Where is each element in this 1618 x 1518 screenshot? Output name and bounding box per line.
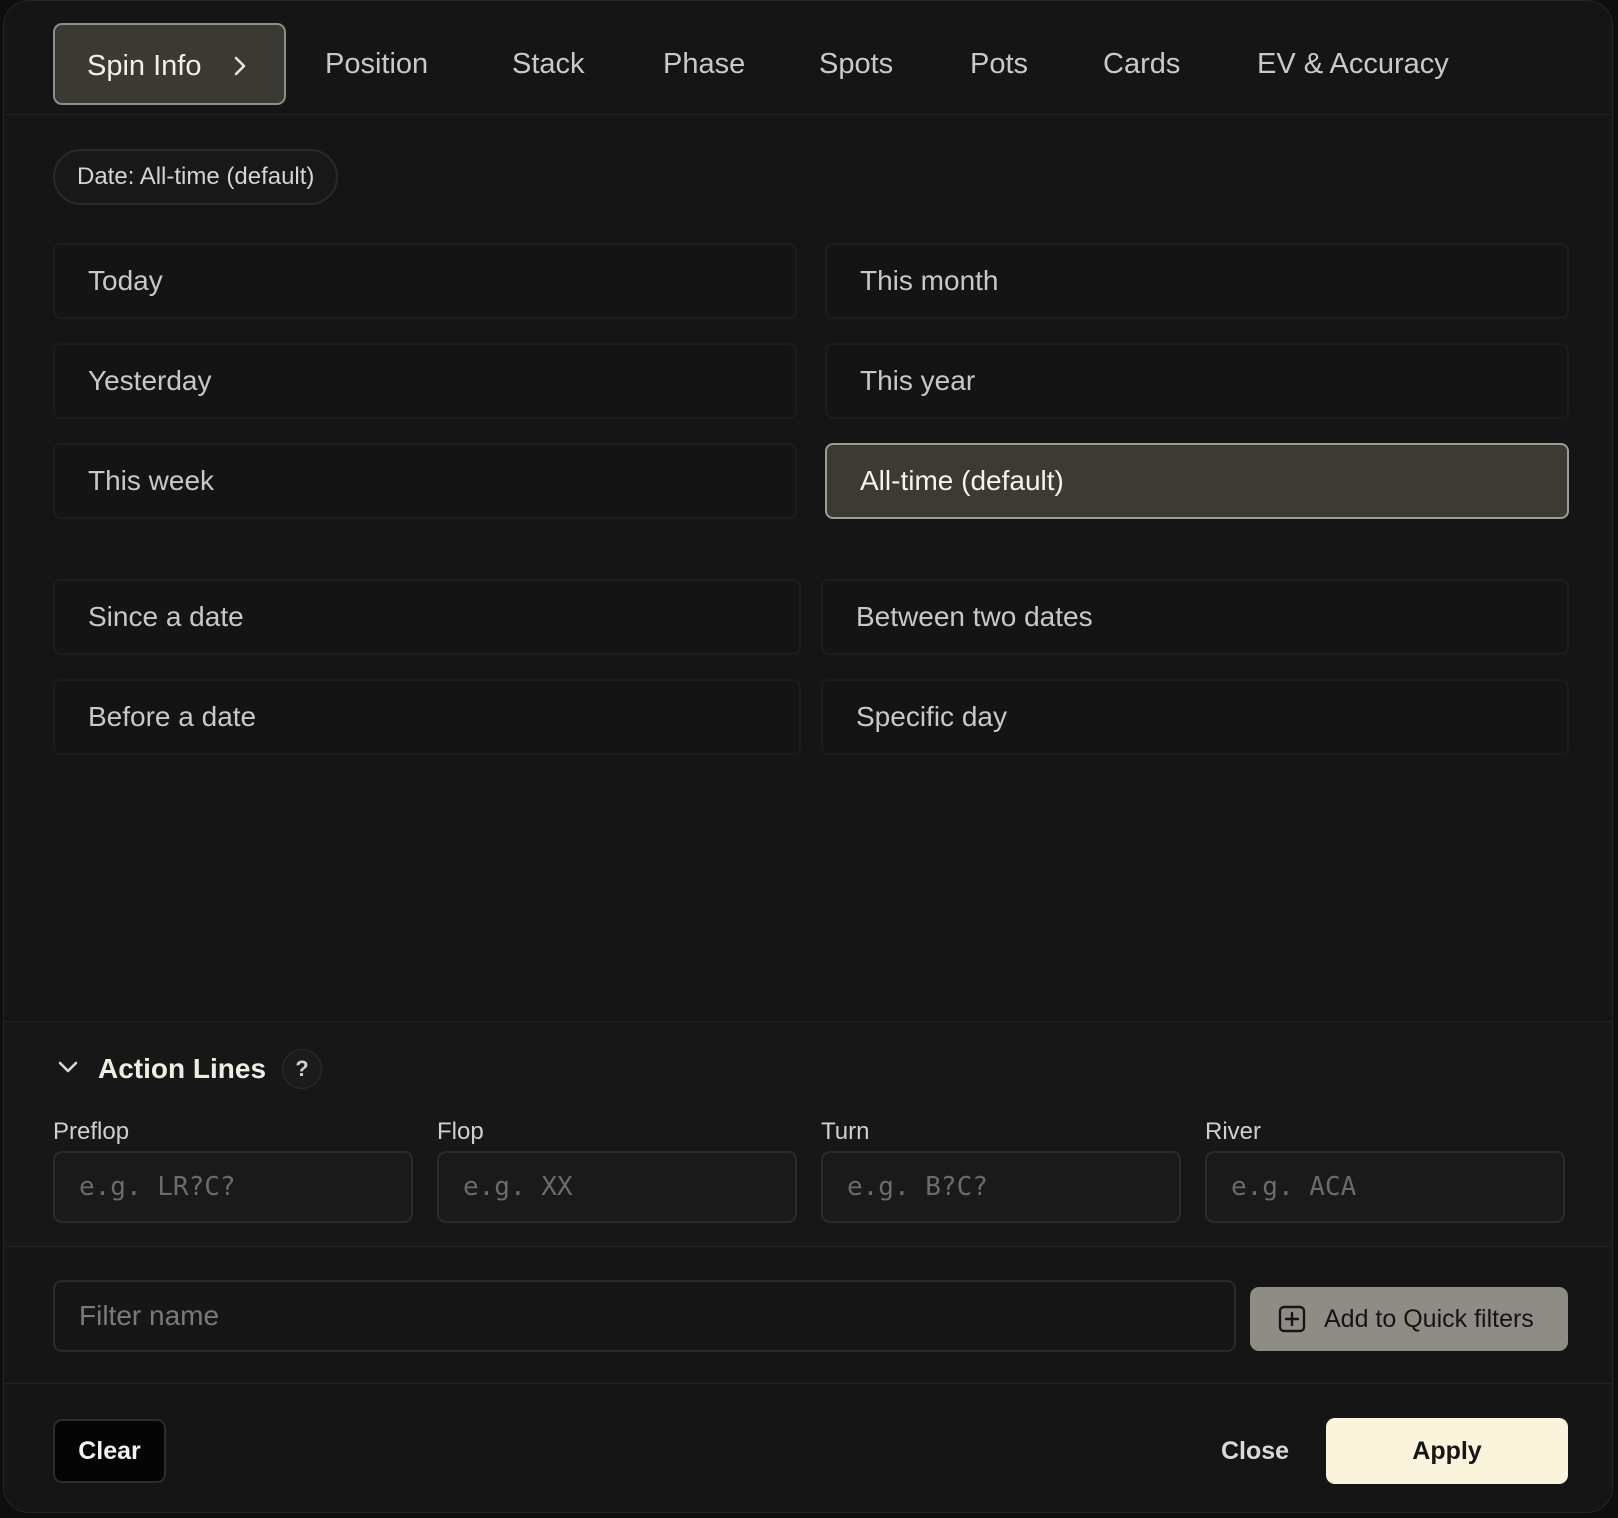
preflop-input[interactable]	[53, 1151, 413, 1223]
tab-spots[interactable]: Spots	[819, 23, 893, 105]
tab-cards[interactable]: Cards	[1103, 23, 1180, 105]
tab-stack[interactable]: Stack	[512, 23, 585, 105]
chevron-right-icon	[232, 25, 248, 107]
filter-name-input[interactable]	[53, 1280, 1236, 1352]
filter-tabs: Spin Info Position Stack Phase Spots Pot…	[4, 1, 1612, 115]
tab-ev-accuracy[interactable]: EV & Accuracy	[1257, 23, 1449, 105]
flop-input[interactable]	[437, 1151, 797, 1223]
option-before-a-date[interactable]: Before a date	[53, 679, 801, 755]
river-input[interactable]	[1205, 1151, 1565, 1223]
help-icon[interactable]: ?	[282, 1049, 323, 1089]
flop-label: Flop	[437, 1118, 484, 1145]
option-all-time[interactable]: All-time (default)	[825, 443, 1569, 519]
turn-label: Turn	[821, 1118, 870, 1145]
option-this-month[interactable]: This month	[825, 243, 1569, 319]
option-specific-day[interactable]: Specific day	[821, 679, 1569, 755]
option-today[interactable]: Today	[53, 243, 797, 319]
tab-label: Spin Info	[87, 50, 202, 82]
action-lines-header[interactable]: Action Lines ?	[56, 1044, 323, 1094]
action-lines-section: Action Lines ? Preflop Flop Turn River	[4, 1021, 1612, 1247]
tab-position[interactable]: Position	[325, 23, 428, 105]
apply-button[interactable]: Apply	[1326, 1418, 1568, 1484]
tab-pots[interactable]: Pots	[970, 23, 1028, 105]
option-this-year[interactable]: This year	[825, 343, 1569, 419]
close-button[interactable]: Close	[1200, 1419, 1310, 1483]
filter-dialog: Spin Info Position Stack Phase Spots Pot…	[3, 0, 1613, 1513]
chevron-down-icon[interactable]	[56, 1055, 80, 1084]
turn-input[interactable]	[821, 1151, 1181, 1223]
add-to-quick-filters-button[interactable]: Add to Quick filters	[1250, 1287, 1568, 1351]
tab-spin-info[interactable]: Spin Info	[53, 23, 286, 105]
option-since-a-date[interactable]: Since a date	[53, 579, 801, 655]
plus-square-icon	[1278, 1305, 1306, 1333]
option-yesterday[interactable]: Yesterday	[53, 343, 797, 419]
quick-filters-label: Add to Quick filters	[1324, 1304, 1534, 1333]
clear-button[interactable]: Clear	[53, 1419, 166, 1483]
tab-phase[interactable]: Phase	[663, 23, 745, 105]
river-label: River	[1205, 1118, 1262, 1145]
option-between-two-dates[interactable]: Between two dates	[821, 579, 1569, 655]
preflop-label: Preflop	[53, 1118, 130, 1145]
option-this-week[interactable]: This week	[53, 443, 797, 519]
date-filter-chip[interactable]: Date: All-time (default)	[53, 149, 339, 205]
section-title: Action Lines	[98, 1053, 267, 1084]
dialog-footer: Clear Close Apply	[4, 1383, 1612, 1512]
